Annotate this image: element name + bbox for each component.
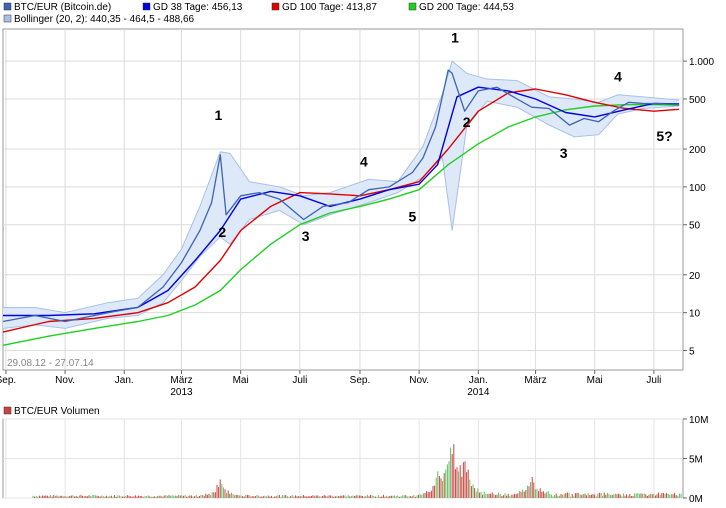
wave-label: 4 — [614, 68, 622, 84]
time-tick-label: Sep. — [350, 375, 371, 386]
price-tick-label: 200 — [689, 145, 706, 156]
time-tick-label: März — [170, 375, 192, 386]
volume-tick-label: 0M — [689, 494, 703, 505]
price-axis-ticks: 5 10 20 50 100 200 500 1.000 — [683, 57, 714, 358]
wave-label: 3 — [560, 145, 568, 161]
time-tick-label: Nov. — [409, 375, 429, 386]
stock-chart: BTC/EUR (Bitcoin.de) GD 38 Tage: 456,13 … — [0, 2, 714, 505]
volume-tick-label: 5M — [689, 455, 703, 466]
legend-swatch-bollinger — [3, 14, 12, 23]
wave-label: 2 — [463, 114, 471, 130]
wave-label: 2 — [218, 224, 226, 240]
time-tick-label: Juli — [292, 375, 307, 386]
time-tick-label: Nov. — [55, 375, 75, 386]
time-tick-label: Juli — [646, 375, 661, 386]
volume-tick-label: 10M — [689, 415, 708, 426]
wave-label: 5? — [656, 128, 672, 144]
legend-label-bollinger: Bollinger (20, 2): 440,35 - 464,5 - 488,… — [14, 14, 195, 25]
legend-swatch-price — [3, 2, 12, 11]
date-range: 29.08.12 - 27.07.14 — [7, 358, 94, 369]
wave-label: 1 — [451, 30, 459, 46]
time-tick-label: Jan. — [115, 375, 134, 386]
price-tick-label: 50 — [689, 221, 701, 232]
wave-label: 5 — [408, 209, 416, 225]
legend-label-gd200: GD 200 Tage: 444,53 — [419, 2, 514, 13]
legend-label-gd38: GD 38 Tage: 456,13 — [153, 2, 243, 13]
volume-legend-swatch — [3, 406, 12, 415]
time-tick-label: Sep. — [0, 375, 16, 386]
wave-label: 3 — [302, 228, 310, 244]
legend-label-price: BTC/EUR (Bitcoin.de) — [14, 2, 111, 13]
wave-label: 1 — [214, 107, 222, 123]
legend-swatch-gd38 — [142, 2, 151, 11]
price-tick-label: 1.000 — [689, 57, 714, 68]
time-tick-label: März — [524, 375, 546, 386]
price-tick-label: 20 — [689, 271, 701, 282]
time-tick-label: Jan. — [469, 375, 488, 386]
price-tick-label: 500 — [689, 95, 706, 106]
price-tick-label: 10 — [689, 309, 701, 320]
time-tick-label: Mai — [587, 375, 603, 386]
legend-swatch-gd200 — [408, 2, 417, 11]
legend: BTC/EUR (Bitcoin.de) GD 38 Tage: 456,13 … — [3, 2, 514, 25]
legend-label-gd100: GD 100 Tage: 413,87 — [282, 2, 377, 13]
volume-legend-label: BTC/EUR Volumen — [14, 406, 100, 417]
year-label: 2013 — [170, 387, 193, 398]
price-tick-label: 100 — [689, 183, 706, 194]
wave-label: 4 — [360, 154, 368, 170]
time-axis-ticks: Sep. Nov. Jan. März Mai Juli Sep. Nov. Jan. März M… — [0, 370, 661, 398]
volume-axis-ticks: 0M 5M 10M — [683, 415, 708, 505]
time-tick-label: Mai — [233, 375, 249, 386]
price-tick-label: 5 — [689, 347, 695, 358]
legend-swatch-gd100 — [271, 2, 280, 11]
year-label: 2014 — [467, 387, 490, 398]
